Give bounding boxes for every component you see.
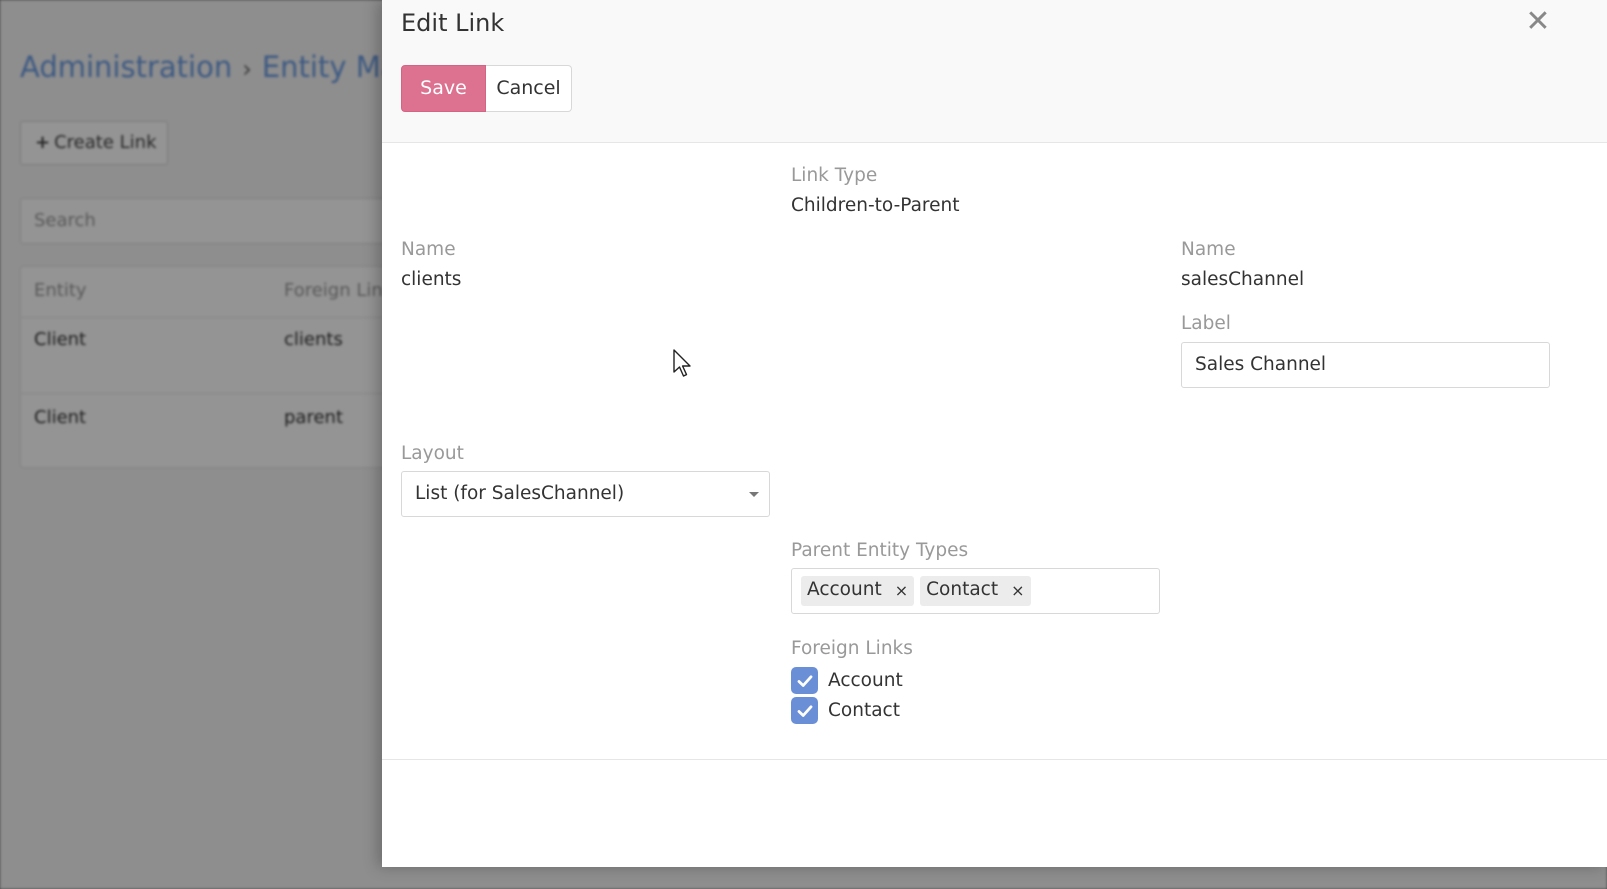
save-button[interactable]: Save	[401, 65, 486, 112]
modal-header: Edit Link ✕ Save Cancel	[382, 0, 1607, 143]
checkmark-icon	[797, 674, 812, 687]
layout-label: Layout	[401, 443, 464, 464]
foreign-link-contact-label[interactable]: Contact	[828, 700, 900, 721]
foreign-link-account-checkbox[interactable]	[791, 667, 818, 694]
right-name-label: Name	[1181, 239, 1236, 260]
cancel-button[interactable]: Cancel	[486, 65, 572, 112]
close-icon[interactable]: ✕	[1524, 7, 1552, 37]
tag-account: Account ×	[801, 576, 915, 606]
parent-entity-types-label: Parent Entity Types	[791, 540, 969, 561]
label-input-value: Sales Channel	[1195, 354, 1327, 375]
modal-divider	[382, 759, 1607, 760]
layout-select[interactable]: List (for SalesChannel)	[401, 471, 770, 517]
edit-link-modal: Edit Link ✕ Save Cancel Link Type Childr…	[382, 0, 1607, 867]
mouse-cursor-icon	[673, 349, 691, 377]
modal-title: Edit Link	[401, 9, 505, 37]
foreign-link-account-row: Account	[791, 667, 903, 694]
tag-contact: Contact ×	[920, 576, 1031, 606]
left-name-value: clients	[401, 269, 462, 290]
checkmark-icon	[797, 704, 812, 717]
label-input[interactable]: Sales Channel	[1181, 342, 1550, 388]
label-field-label: Label	[1181, 313, 1231, 334]
parent-entity-types-input[interactable]: Account × Contact ×	[791, 568, 1160, 614]
remove-tag-icon[interactable]: ×	[895, 581, 908, 600]
right-name-value: salesChannel	[1181, 269, 1305, 290]
remove-tag-icon[interactable]: ×	[1011, 581, 1024, 600]
tag-label: Contact	[926, 579, 999, 600]
chevron-down-icon	[749, 492, 759, 497]
foreign-links-label: Foreign Links	[791, 638, 913, 659]
link-type-label: Link Type	[791, 165, 878, 186]
foreign-link-contact-row: Contact	[791, 697, 900, 724]
left-name-label: Name	[401, 239, 456, 260]
foreign-link-contact-checkbox[interactable]	[791, 697, 818, 724]
layout-select-value: List (for SalesChannel)	[415, 483, 625, 504]
modal-button-group: Save Cancel	[401, 65, 572, 112]
link-type-value: Children-to-Parent	[791, 195, 960, 216]
foreign-link-account-label[interactable]: Account	[828, 670, 903, 691]
tag-label: Account	[807, 579, 882, 600]
